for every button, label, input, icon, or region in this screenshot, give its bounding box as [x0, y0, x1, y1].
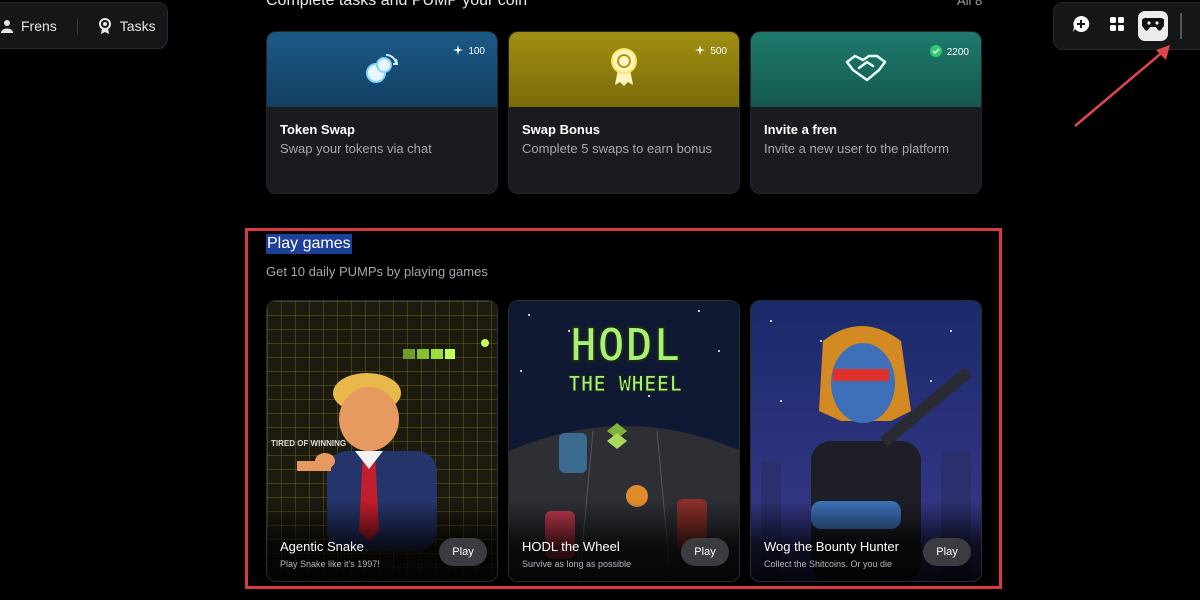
game-description: Survive as long as possible	[522, 559, 632, 569]
play-button[interactable]: Play	[681, 538, 729, 566]
nav-item-frens[interactable]: Frens	[1, 18, 57, 34]
task-points-value: 100	[468, 46, 485, 57]
game-card-wog-bounty-hunter[interactable]: Wog the Bounty Hunter Collect the Shitco…	[750, 300, 982, 582]
game-description: Collect the Shitcoins. Or you die	[764, 559, 893, 569]
games-button[interactable]	[1138, 11, 1168, 41]
task-banner: 2200	[751, 32, 981, 107]
task-name: Swap Bonus	[522, 122, 601, 137]
game-card-agentic-snake[interactable]: TIRED OF WINNING Agentic Snake Play Snak…	[266, 300, 498, 582]
game-name: Wog the Bounty Hunter	[764, 539, 899, 554]
annotation-arrow	[1074, 45, 1170, 127]
sparkle-icon	[453, 45, 464, 58]
top-nav: Frens Tasks	[0, 2, 168, 49]
task-banner: 100	[267, 32, 497, 107]
new-chat-button[interactable]	[1066, 11, 1096, 41]
badge-icon	[98, 17, 112, 34]
art-caption-text: TIRED OF WINNING	[271, 439, 346, 448]
tasks-view-all-link[interactable]: All 8	[957, 0, 982, 8]
game-card-hodl-the-wheel[interactable]: HODL THE WHEEL HODL the Wheel Survive as…	[508, 300, 740, 582]
task-description: Invite a new user to the platform	[764, 141, 949, 156]
frens-icon	[1, 19, 13, 33]
grid-icon	[1109, 16, 1125, 37]
task-points-value: 2200	[946, 47, 969, 58]
task-card-swap-bonus[interactable]: 500 Swap Bonus Complete 5 swaps to earn …	[508, 31, 740, 194]
nav-item-tasks[interactable]: Tasks	[98, 17, 156, 34]
chat-plus-icon	[1072, 15, 1090, 38]
games-section-title: Play games	[266, 234, 352, 254]
check-circle-icon	[929, 45, 942, 60]
tasks-section-title: Complete tasks and PUMP your coin	[266, 0, 528, 9]
nav-label-tasks: Tasks	[119, 17, 156, 34]
task-points: 500	[695, 45, 727, 58]
task-card-token-swap[interactable]: 100 Token Swap Swap your tokens via chat	[266, 31, 498, 194]
task-card-invite-fren[interactable]: 2200 Invite a fren Invite a new user to …	[750, 31, 982, 194]
play-button[interactable]: Play	[923, 538, 971, 566]
task-points: 100	[453, 45, 485, 58]
medal-icon	[609, 47, 639, 92]
task-banner: 500	[509, 32, 739, 107]
task-description: Complete 5 swaps to earn bonus	[522, 141, 713, 156]
games-section-subtitle: Get 10 daily PUMPs by playing games	[266, 264, 488, 279]
game-description: Play Snake like it's 1997!	[280, 559, 380, 569]
play-button[interactable]: Play	[439, 538, 487, 566]
game-name: Agentic Snake	[280, 539, 364, 554]
nav-divider	[76, 17, 78, 34]
art-title-text: HODL	[570, 318, 681, 372]
task-name: Invite a fren	[764, 122, 837, 137]
apps-button[interactable]	[1102, 11, 1132, 41]
game-controller-icon	[1140, 16, 1166, 37]
nav-label-frens: Frens	[21, 17, 57, 34]
sparkle-icon	[695, 45, 706, 58]
game-name: HODL the Wheel	[522, 539, 620, 554]
toolbar-divider	[1180, 13, 1182, 39]
task-points-value: 500	[710, 46, 727, 57]
handshake-icon	[845, 52, 887, 87]
swap-coins-icon	[362, 49, 402, 90]
task-points: 2200	[929, 45, 969, 60]
task-name: Token Swap	[280, 122, 355, 137]
task-description: Swap your tokens via chat	[280, 141, 432, 156]
art-subtitle-text: THE WHEEL	[568, 372, 682, 396]
